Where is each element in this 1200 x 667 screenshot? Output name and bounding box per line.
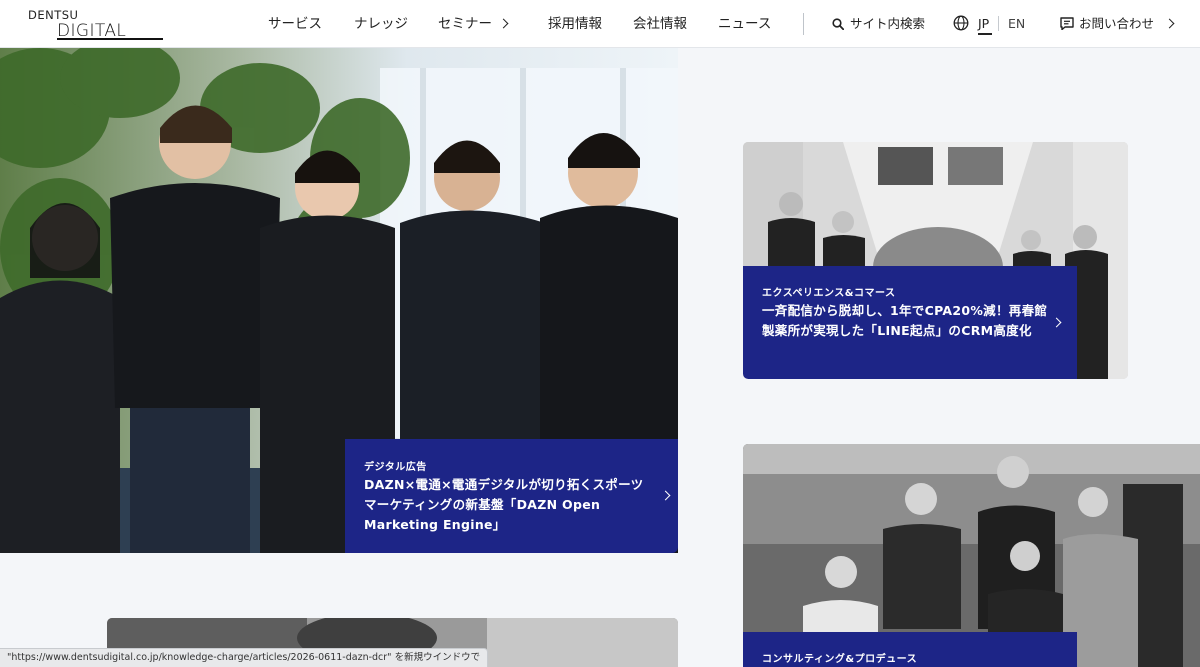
header-divider (803, 13, 804, 35)
globe-icon (953, 15, 969, 31)
link-status-bar: "https://www.dentsudigital.co.jp/knowled… (0, 648, 489, 667)
chat-icon (1060, 17, 1074, 30)
lang-en-link[interactable]: EN (1008, 0, 1025, 48)
chevron-right-icon (498, 18, 509, 29)
lang-active-indicator (978, 33, 992, 35)
article-title: 一斉配信から脱却し、1年でCPA20%減！再春館製薬所が実現した「LINE起点」… (762, 303, 1048, 338)
chevron-right-icon (1051, 317, 1062, 328)
hero-article-title: DAZN×電通×電通デジタルが切り拓くスポーツマーケティングの新基盤「DAZN … (364, 477, 644, 532)
lang-divider (998, 16, 999, 31)
article-category: エクスペリエンス&コマース (762, 288, 896, 299)
logo-underline (57, 38, 163, 40)
article-card-label: コンサルティング&プロデュース (743, 632, 1077, 667)
nav-item-news[interactable]: ニュース (718, 0, 771, 48)
article-card[interactable]: エクスペリエンス&コマース 一斉配信から脱却し、1年でCPA20%減！再春館製薬… (743, 142, 1128, 379)
chevron-right-icon (1164, 18, 1175, 29)
nav-item-company[interactable]: 会社情報 (633, 0, 687, 48)
nav-item-services[interactable]: サービス (268, 0, 322, 48)
chevron-right-icon (660, 490, 671, 501)
logo-line1: DENTSU (28, 8, 79, 22)
hero-article-card[interactable]: デジタル広告 DAZN×電通×電通デジタルが切り拓くスポーツマーケティングの新基… (345, 439, 678, 553)
hero-article-category: デジタル広告 (364, 462, 427, 473)
article-category: コンサルティング&プロデュース (762, 654, 918, 665)
lang-jp-link[interactable]: JP (978, 0, 989, 48)
nav-item-knowledge[interactable]: ナレッジ (354, 0, 408, 48)
nav-item-seminar[interactable]: セミナー (438, 0, 509, 48)
site-header: DENTSU DIGITAL サービス ナレッジ セミナー 採用情報 会社情報 … (0, 0, 1200, 48)
hero-article[interactable]: デジタル広告 DAZN×電通×電通デジタルが切り拓くスポーツマーケティングの新基… (0, 48, 678, 553)
article-card[interactable]: コンサルティング&プロデュース (743, 444, 1200, 667)
nav-item-recruit[interactable]: 採用情報 (548, 0, 602, 48)
article-card-label: エクスペリエンス&コマース 一斉配信から脱却し、1年でCPA20%減！再春館製薬… (743, 266, 1077, 379)
search-icon (832, 18, 844, 30)
dentsu-digital-logo[interactable]: DENTSU DIGITAL (28, 8, 163, 41)
